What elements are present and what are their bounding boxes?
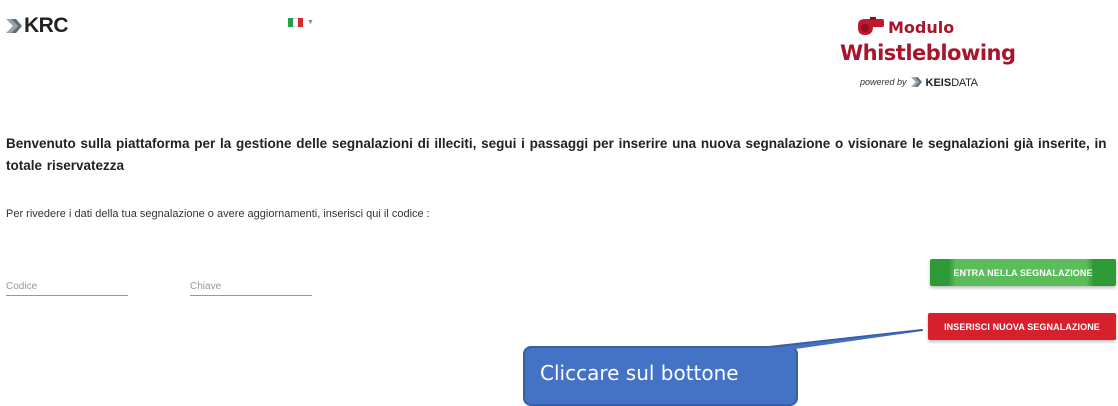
keisdata-logo-icon [910, 77, 922, 87]
powered-by: powered by KEISDATA [860, 73, 978, 91]
welcome-message: Benvenuto sulla piattaforma per la gesti… [6, 136, 1107, 173]
whistle-icon [858, 17, 884, 35]
module-title-line2: Whistleblowing [840, 41, 1016, 65]
new-report-button[interactable]: INSERISCI NUOVA SEGNALAZIONE [928, 313, 1116, 340]
krc-logo: KRC [6, 14, 69, 38]
code-instruction: Per rivedere i dati della tua segnalazio… [6, 208, 430, 220]
enter-report-button-label: ENTRA NELLA SEGNALAZIONE [953, 267, 1093, 278]
krc-logo-icon [6, 19, 22, 33]
krc-logo-text: KRC [24, 14, 69, 37]
new-report-button-label: INSERISCI NUOVA SEGNALAZIONE [944, 321, 1100, 332]
whistleblowing-logo: Modulo Whistleblowing powered by KEISDAT… [828, 16, 1018, 92]
code-field[interactable] [6, 276, 128, 296]
enter-report-button[interactable]: ENTRA NELLA SEGNALAZIONE [930, 259, 1116, 286]
vendor-name-bold: KEIS [925, 77, 952, 89]
module-title-line1: Modulo [888, 17, 955, 37]
key-input[interactable] [190, 277, 312, 296]
callout-text: Cliccare sul bottone [540, 361, 739, 385]
chevron-down-icon: ▼ [307, 19, 314, 26]
key-field[interactable] [190, 276, 312, 296]
language-selector[interactable]: ▼ [288, 18, 314, 27]
code-input[interactable] [6, 277, 128, 296]
italy-flag-icon [288, 18, 303, 27]
vendor-name-light: DATA [951, 77, 978, 89]
powered-by-text: powered by [860, 77, 907, 87]
